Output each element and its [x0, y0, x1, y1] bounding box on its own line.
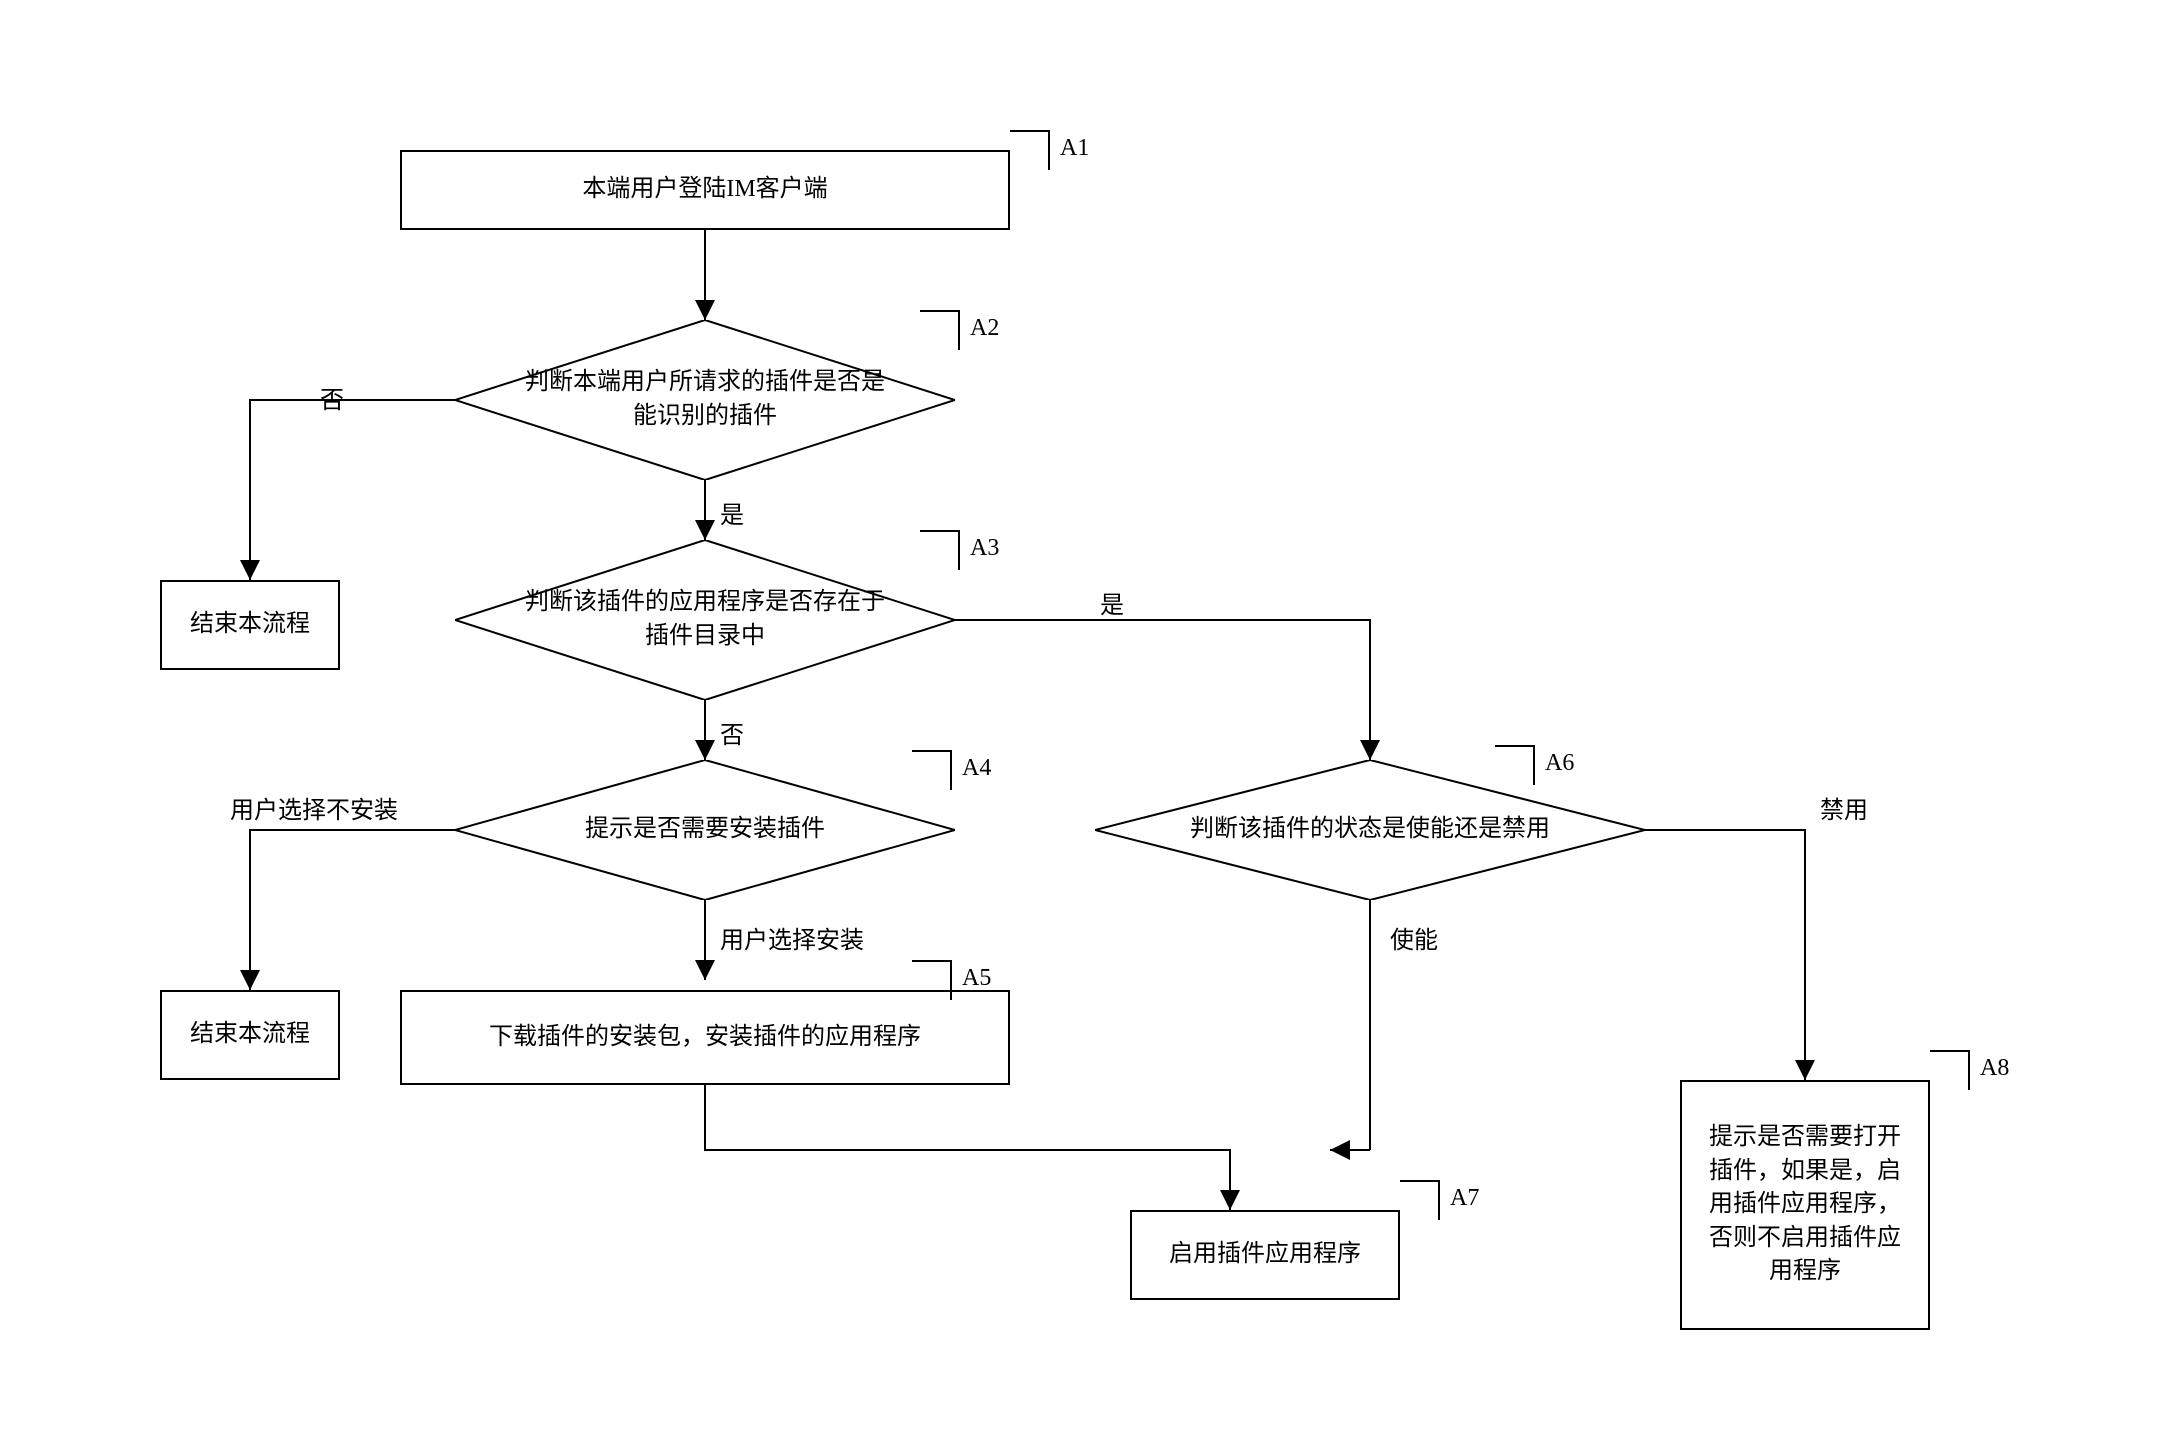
label-a1: A1 [1060, 135, 1089, 162]
label-a6: A6 [1545, 750, 1574, 777]
node-a7-text: 启用插件应用程序 [1169, 1238, 1361, 1272]
corner-a7 [1400, 1180, 1440, 1220]
node-a5-text: 下载插件的安装包，安装插件的应用程序 [489, 1021, 921, 1055]
node-end1: 结束本流程 [160, 580, 340, 670]
node-a8-text: 提示是否需要打开插件，如果是，启用插件应用程序，否则不启用插件应用程序 [1698, 1121, 1912, 1289]
corner-a8 [1930, 1050, 1970, 1090]
corner-a1 [1010, 130, 1050, 170]
node-end1-text: 结束本流程 [190, 608, 310, 642]
edge-a6-enable: 使能 [1390, 920, 1438, 955]
label-a7: A7 [1450, 1185, 1479, 1212]
edge-a4-no: 用户选择不安装 [230, 790, 398, 825]
edge-a4-yes: 用户选择安装 [720, 920, 864, 955]
node-a2: 判断本端用户所请求的插件是否是能识别的插件 [455, 320, 955, 480]
corner-a3 [920, 530, 960, 570]
node-a3: 判断该插件的应用程序是否存在于插件目录中 [455, 540, 955, 700]
node-a1: 本端用户登陆IM客户端 [400, 150, 1010, 230]
node-a5: 下载插件的安装包，安装插件的应用程序 [400, 990, 1010, 1085]
label-a4: A4 [962, 755, 991, 782]
node-a7: 启用插件应用程序 [1130, 1210, 1400, 1300]
node-a4-text: 提示是否需要安装插件 [525, 813, 885, 847]
node-a6-text: 判断该插件的状态是使能还是禁用 [1130, 813, 1610, 847]
node-end2-text: 结束本流程 [190, 1018, 310, 1052]
edge-a2-yes: 是 [720, 495, 744, 530]
edge-a6-disable: 禁用 [1820, 790, 1868, 825]
node-a8: 提示是否需要打开插件，如果是，启用插件应用程序，否则不启用插件应用程序 [1680, 1080, 1930, 1330]
node-end2: 结束本流程 [160, 990, 340, 1080]
corner-a6 [1495, 745, 1535, 785]
label-a8: A8 [1980, 1055, 2009, 1082]
node-a4: 提示是否需要安装插件 [455, 760, 955, 900]
corner-a4 [912, 750, 952, 790]
node-a6: 判断该插件的状态是使能还是禁用 [1095, 760, 1645, 900]
label-a5: A5 [962, 965, 991, 992]
edge-a3-yes: 是 [1100, 585, 1124, 620]
node-a3-text: 判断该插件的应用程序是否存在于插件目录中 [455, 586, 955, 653]
corner-a5 [912, 960, 952, 1000]
node-a1-text: 本端用户登陆IM客户端 [582, 173, 827, 207]
edge-a2-no: 否 [320, 380, 344, 415]
corner-a2 [920, 310, 960, 350]
node-a2-text: 判断本端用户所请求的插件是否是能识别的插件 [455, 366, 955, 433]
label-a2: A2 [970, 315, 999, 342]
edge-a3-no: 否 [720, 715, 744, 750]
label-a3: A3 [970, 535, 999, 562]
flowchart-canvas: 本端用户登陆IM客户端 A1 判断本端用户所请求的插件是否是能识别的插件 A2 … [0, 0, 2180, 1436]
